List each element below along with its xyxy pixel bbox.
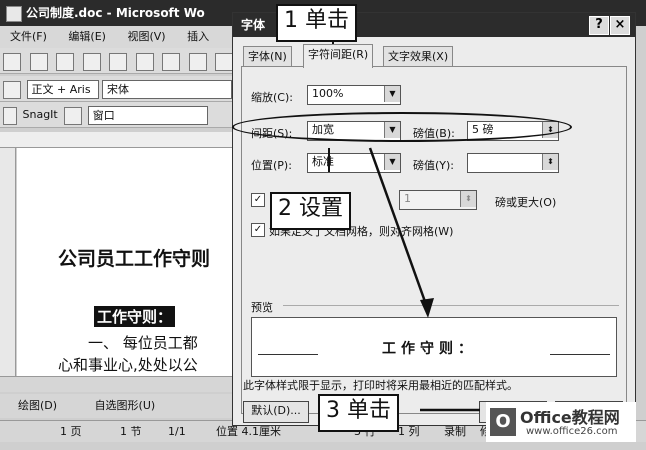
step2-callout: 2 设置 [270,192,351,230]
step3-callout: 3 单击 [318,394,399,432]
arrowhead [420,298,434,318]
watermark-name: Office教程网 [520,408,620,427]
step2-arrow [368,147,430,311]
office-logo-icon: O [490,408,516,436]
step1-callout: 1 单击 [276,4,357,42]
tab-character-spacing[interactable]: 字符间距(R) [303,44,374,68]
site-watermark: O Office教程网 www.office26.com [486,402,636,442]
watermark-url: www.office26.com [526,426,618,437]
